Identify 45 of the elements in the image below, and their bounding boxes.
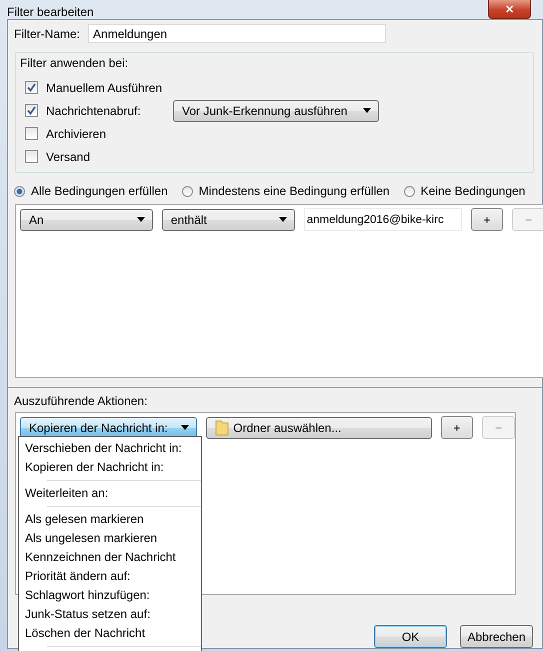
checkbox[interactable] — [25, 81, 38, 94]
dialog-button[interactable]: OK — [374, 625, 447, 648]
checkbox[interactable] — [25, 150, 38, 163]
group-title: Filter anwenden bei: — [19, 55, 130, 72]
radio-button[interactable] — [182, 186, 193, 196]
filter-name-label: Filter-Name: — [14, 26, 80, 40]
folder-icon — [215, 420, 230, 436]
folder-dropdown[interactable]: Ordner auswählen... — [206, 416, 432, 438]
checkbox-label: Nachrichtenabruf: — [46, 104, 142, 118]
menu-item[interactable]: Priorität ändern auf: — [19, 567, 201, 586]
checkbox[interactable] — [25, 104, 38, 117]
action-dropdown[interactable]: Kopieren der Nachricht in: — [20, 416, 198, 438]
operator-dropdown[interactable]: enthält — [162, 208, 295, 230]
checkbox-label: Manuellem Ausführen — [46, 80, 164, 94]
menu-item[interactable]: Weiterleiten an: — [19, 484, 201, 503]
dropdown-arrow-icon — [136, 217, 145, 222]
dialog-button[interactable]: Abbrechen — [460, 625, 533, 648]
menu-item[interactable]: Schlagwort hinzufügen: — [19, 586, 201, 605]
menu-item[interactable]: Verschieben der Nachricht in: — [19, 439, 201, 458]
field-dropdown[interactable]: An — [20, 208, 153, 230]
menu-item[interactable]: Kennzeichnen der Nachricht — [19, 548, 201, 567]
radio-label: Alle Bedingungen erfüllen — [31, 184, 168, 198]
menu-item[interactable]: Als ungelesen markieren — [19, 529, 201, 548]
checkbox[interactable] — [25, 127, 38, 140]
dropdown[interactable]: Vor Junk-Erkennung ausführen — [173, 100, 379, 122]
dropdown-arrow-icon — [181, 425, 190, 430]
add-button[interactable]: + — [440, 416, 474, 439]
radio-label: Keine Bedingungen — [420, 184, 526, 198]
value-field[interactable]: anmeldung2016@bike-kirc — [304, 208, 462, 231]
window-title: Filter bearbeiten — [7, 5, 94, 19]
checkbox-label: Versand — [46, 150, 92, 164]
actions-label: Auszuführende Aktionen: — [14, 394, 148, 408]
menu-item[interactable]: Als gelesen markieren — [19, 510, 201, 529]
radio-button[interactable] — [404, 186, 415, 196]
add-button[interactable]: + — [470, 208, 504, 231]
dropdown-arrow-icon — [363, 108, 371, 113]
radio-label: Mindestens eine Bedingung erfüllen — [198, 184, 390, 198]
checkbox-label: Archivieren — [46, 126, 108, 140]
filter-name-field[interactable]: Anmeldungen — [88, 24, 386, 43]
radio-button[interactable] — [14, 186, 25, 196]
close-button[interactable]: ✕ — [488, 0, 531, 19]
dropdown-arrow-icon — [278, 217, 287, 222]
menu-item[interactable]: Kopieren der Nachricht in: — [19, 458, 201, 477]
menu-item[interactable]: Junk-Status setzen auf: — [19, 605, 201, 624]
menu-item[interactable]: Löschen der Nachricht — [19, 624, 201, 643]
